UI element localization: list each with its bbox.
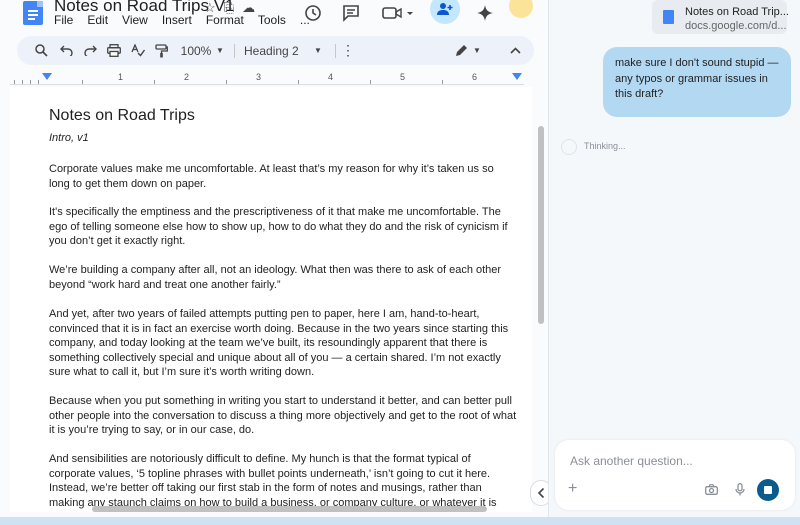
bottom-bar xyxy=(0,517,800,525)
gemini-sparkle-icon[interactable] xyxy=(474,0,496,26)
history-icon[interactable] xyxy=(302,0,324,26)
google-docs-icon[interactable] xyxy=(23,1,43,25)
editing-mode-pencil-icon[interactable] xyxy=(451,36,471,65)
horizontal-scrollbar[interactable] xyxy=(92,506,487,512)
text-line: Instead, we’re better off taking our fir… xyxy=(49,482,482,495)
collapse-toolbar-icon[interactable] xyxy=(505,36,525,65)
message-line: make sure I don't sound stupid — xyxy=(615,57,779,69)
comments-icon[interactable] xyxy=(340,0,362,26)
ruler-number: 1 xyxy=(118,72,124,82)
paragraph[interactable]: It's specifically the emptiness and the … xyxy=(49,205,508,249)
text-line: something collectively special and uniqu… xyxy=(49,351,501,364)
menu-edit[interactable]: Edit xyxy=(87,13,108,27)
share-button[interactable] xyxy=(430,0,460,24)
ruler[interactable]: 1 2 3 4 5 6 xyxy=(10,71,524,85)
zoom-chevron-down-icon[interactable]: ▼ xyxy=(214,36,226,65)
ruler-number: 2 xyxy=(184,72,190,82)
docs-pane: Notes on Road Trips V1 ☆ ⎘ ☁ File Edit V… xyxy=(0,0,548,525)
paragraph[interactable]: And sensibilities are notoriously diffic… xyxy=(49,452,497,510)
editing-mode-chevron-icon[interactable]: ▼ xyxy=(470,36,484,65)
message-line: this draft? xyxy=(615,88,664,100)
paragraph[interactable]: Corporate values make me uncomfortable. … xyxy=(49,162,494,191)
message-line: any typos or grammar issues in xyxy=(615,72,768,85)
style-chevron-down-icon[interactable]: ▼ xyxy=(312,36,324,65)
chat-input[interactable]: Ask another question... xyxy=(570,454,693,468)
ruler-number: 6 xyxy=(472,72,478,82)
ruler-number: 3 xyxy=(256,72,262,82)
more-options-icon[interactable]: ⋮ xyxy=(340,36,356,65)
menu-view[interactable]: View xyxy=(122,13,148,27)
text-line: beyond “work hard and treat one another … xyxy=(49,278,281,291)
text-line: Because when you put something in writin… xyxy=(49,395,512,407)
print-icon[interactable] xyxy=(104,36,124,65)
toolbar-divider xyxy=(335,44,336,58)
right-indent-marker[interactable] xyxy=(512,73,522,80)
text-line: sure what to call it, but I’m sure it’s … xyxy=(49,366,315,379)
text-line: It's specifically the emptiness and the … xyxy=(49,206,501,218)
thinking-spinner-icon xyxy=(561,139,577,155)
chat-input-box[interactable]: Ask another question... + xyxy=(555,440,795,510)
chevron-left-icon xyxy=(537,487,545,499)
stop-button[interactable] xyxy=(757,479,779,501)
text-line: it is you’re trying to say, or in our ca… xyxy=(49,424,255,437)
redo-icon[interactable] xyxy=(80,36,100,65)
source-title: Notes on Road Trip... xyxy=(685,6,789,18)
ruler-number: 4 xyxy=(328,72,334,82)
menu-insert[interactable]: Insert xyxy=(162,13,192,27)
google-docs-icon xyxy=(663,10,674,24)
source-url: docs.google.com/d... xyxy=(685,20,787,32)
assistant-panel: Notes on Road Trip... docs.google.com/d.… xyxy=(548,0,800,525)
text-line: corporate values, ‘5 topline phrases wit… xyxy=(49,467,491,480)
text-line: Corporate values make me uncomfortable. … xyxy=(49,163,494,175)
camera-icon[interactable] xyxy=(705,484,718,498)
document-subtitle[interactable]: Intro, v1 xyxy=(49,132,89,144)
text-line: long to get them down on paper. xyxy=(49,177,207,190)
paint-format-icon[interactable] xyxy=(151,36,171,65)
toolbar: 100% ▼ Heading 2 ▼ ⋮ ▼ xyxy=(17,36,534,65)
paragraph-style-select[interactable]: Heading 2 xyxy=(244,36,306,65)
toolbar-divider xyxy=(234,44,235,58)
menu-format[interactable]: Format xyxy=(206,13,244,27)
paragraph[interactable]: We’re building a company after all, not … xyxy=(49,263,501,292)
text-line: We’re building a company after all, not … xyxy=(49,264,502,276)
microphone-icon[interactable] xyxy=(735,483,745,499)
vertical-scrollbar[interactable] xyxy=(538,126,544,324)
paragraph[interactable]: And yet, after two years of failed attem… xyxy=(49,307,508,380)
user-message-bubble: make sure I don't sound stupid — any typ… xyxy=(603,47,791,117)
text-line: convinced that it is in fact an exercise… xyxy=(49,322,509,335)
document-heading[interactable]: Notes on Road Trips xyxy=(49,107,195,125)
menu-tools[interactable]: Tools xyxy=(258,13,286,27)
zoom-select[interactable]: 100% xyxy=(179,36,213,65)
ruler-number: 5 xyxy=(400,72,406,82)
meet-icon[interactable] xyxy=(380,0,416,26)
thinking-status: Thinking... xyxy=(584,141,626,151)
paragraph[interactable]: Because when you put something in writin… xyxy=(49,394,516,438)
menu-file[interactable]: File xyxy=(54,13,73,27)
text-line: company, and today looking at the team w… xyxy=(49,337,488,350)
search-menus-icon[interactable] xyxy=(31,36,51,65)
menu-bar: File Edit View Insert Format Tools ... xyxy=(54,13,310,27)
undo-icon[interactable] xyxy=(56,36,76,65)
text-line: other people into the conversation to di… xyxy=(49,409,517,422)
text-line: And sensibilities are notoriously diffic… xyxy=(49,453,471,465)
text-line: ego of telling someone else how to show … xyxy=(49,220,508,233)
spellcheck-icon[interactable] xyxy=(128,36,148,65)
document-page[interactable]: Notes on Road Trips Intro, v1 Corporate … xyxy=(10,87,532,512)
text-line: you don’t get it exactly right. xyxy=(49,235,186,248)
add-attachment-icon[interactable]: + xyxy=(568,480,577,498)
stop-icon xyxy=(764,486,772,494)
avatar[interactable] xyxy=(509,0,533,18)
source-document-card[interactable]: Notes on Road Trip... docs.google.com/d.… xyxy=(652,0,789,34)
text-line: And yet, after two years of failed attem… xyxy=(49,308,480,320)
left-indent-marker[interactable] xyxy=(42,73,52,80)
